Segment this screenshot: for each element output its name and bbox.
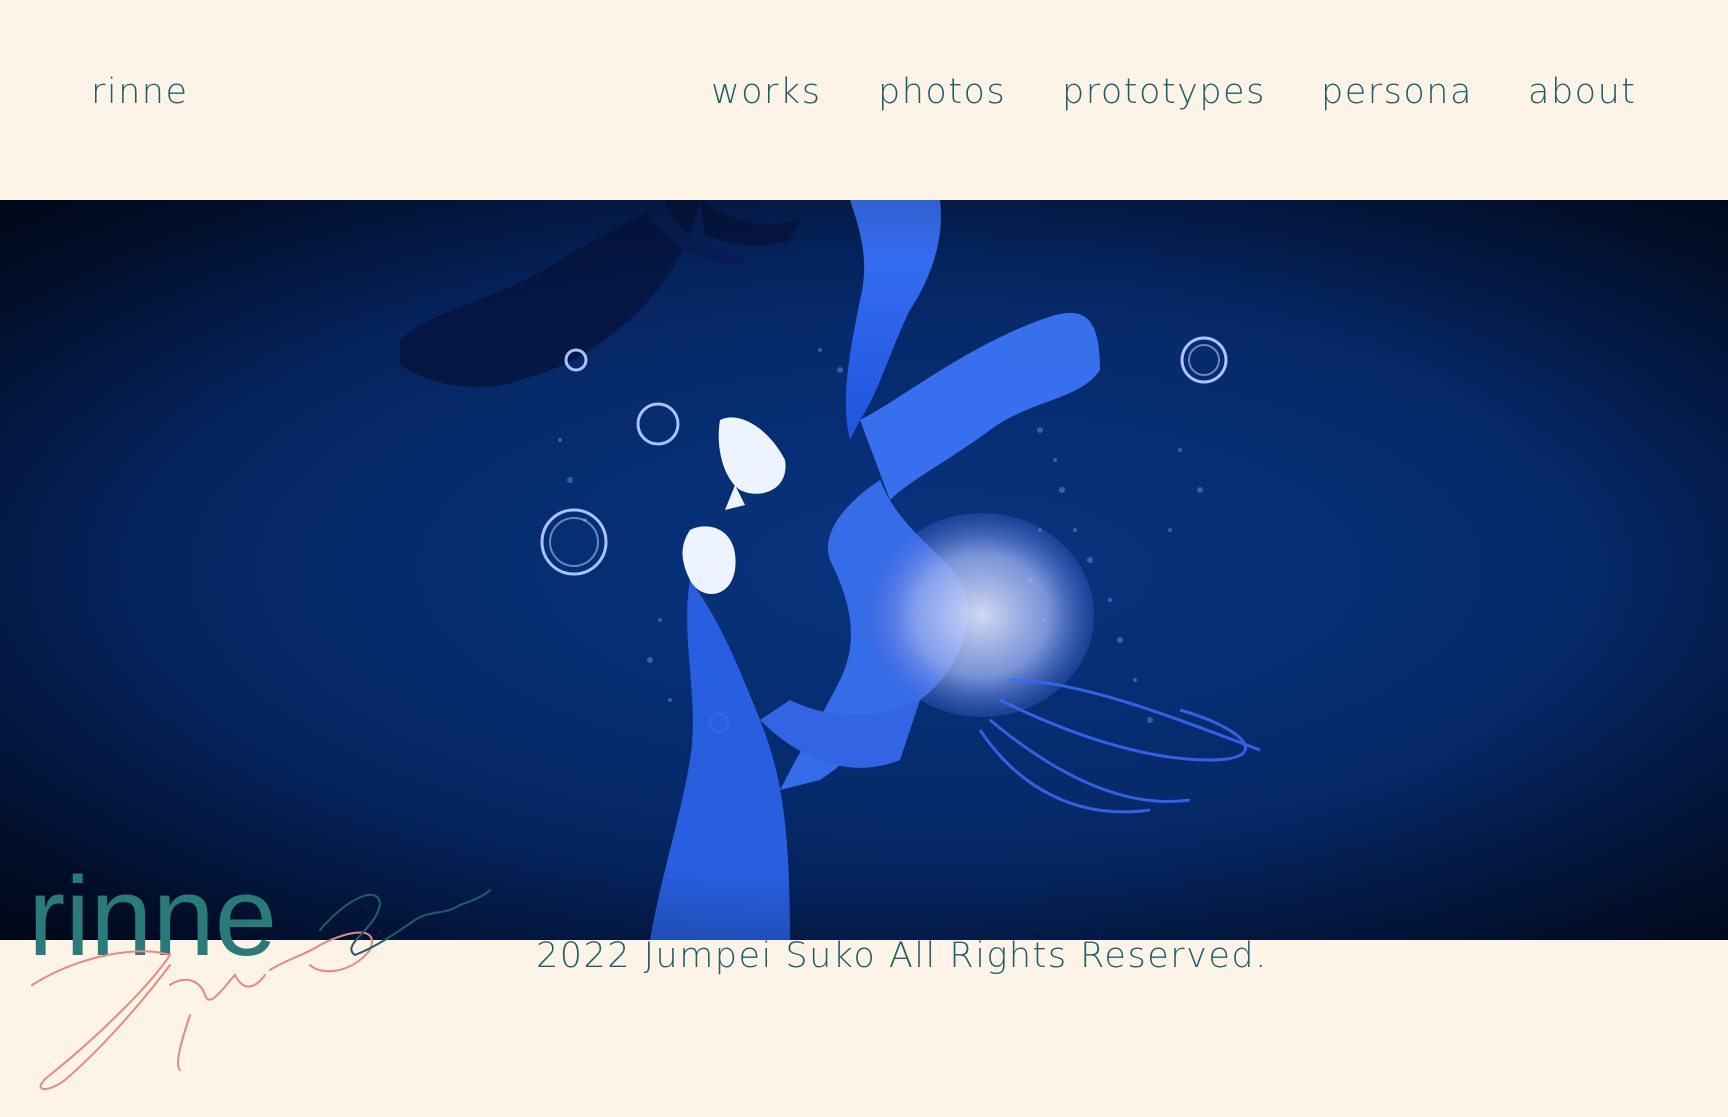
site-header: rinne works photos prototypes persona ab… xyxy=(0,0,1728,200)
nav-works[interactable]: works xyxy=(711,72,821,112)
nav-photos[interactable]: photos xyxy=(878,72,1006,112)
copyright-text: 2022 Jumpei Suko All Rights Reserved. xyxy=(536,936,1268,976)
nav-prototypes[interactable]: prototypes xyxy=(1062,72,1266,112)
underwater-illustration xyxy=(0,200,1728,940)
signature-suko xyxy=(319,889,491,957)
hero-image xyxy=(0,200,1728,940)
logo-word: rinne xyxy=(28,854,277,979)
nav-about[interactable]: about xyxy=(1528,72,1636,112)
rinne-logo: rinne xyxy=(28,854,491,1091)
nav-persona[interactable]: persona xyxy=(1321,72,1473,112)
brand-link[interactable]: rinne xyxy=(91,72,189,112)
